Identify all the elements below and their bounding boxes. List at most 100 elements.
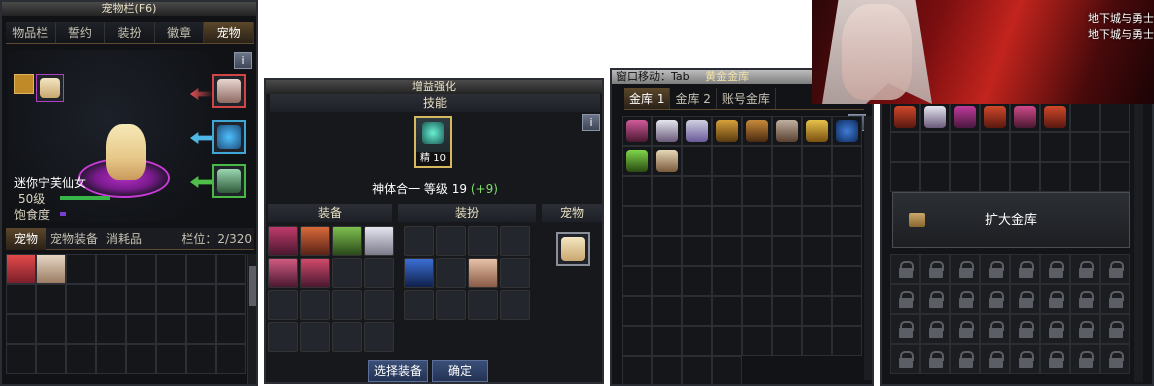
tab-pet[interactable]: 宠物 — [204, 22, 254, 43]
pet-slot[interactable] — [96, 344, 126, 374]
pet-slot[interactable] — [36, 254, 66, 284]
equip-slot[interactable] — [364, 290, 394, 320]
avatar-slot[interactable] — [404, 258, 434, 288]
equip-slot[interactable] — [300, 322, 330, 352]
storage-slot[interactable] — [950, 102, 980, 132]
tab-avatar[interactable]: 装扮 — [105, 22, 155, 43]
storage-slot[interactable] — [682, 146, 712, 176]
storage-slot[interactable] — [890, 102, 920, 132]
pet-slot[interactable] — [66, 314, 96, 344]
storage-slot[interactable] — [920, 132, 950, 162]
pet-slot[interactable] — [126, 344, 156, 374]
tab-oath[interactable]: 誓约 — [55, 22, 106, 43]
scrollbar[interactable] — [247, 254, 256, 384]
storage-slot[interactable] — [772, 326, 802, 356]
storage-slot[interactable] — [802, 206, 832, 236]
scroll-thumb[interactable] — [249, 266, 256, 306]
tab-emblem[interactable]: 徽章 — [154, 22, 205, 43]
confirm-button[interactable]: 确定 — [432, 360, 488, 382]
storage-slot[interactable] — [890, 132, 920, 162]
storage-slot[interactable] — [950, 132, 980, 162]
storage-slot[interactable] — [772, 206, 802, 236]
storage-slot[interactable] — [950, 162, 980, 192]
storage-slot[interactable] — [712, 146, 742, 176]
scrollbar[interactable] — [1134, 102, 1143, 382]
scrollbar[interactable] — [864, 116, 872, 380]
storage-slot[interactable] — [742, 206, 772, 236]
storage-slot[interactable] — [1040, 162, 1070, 192]
pet-slot[interactable] — [126, 254, 156, 284]
storage-slot[interactable] — [742, 326, 772, 356]
pet-slot[interactable] — [36, 314, 66, 344]
storage-slot[interactable] — [652, 206, 682, 236]
pet-equip-slot[interactable] — [556, 232, 590, 266]
storage-slot[interactable] — [622, 356, 652, 384]
storage-slot[interactable] — [742, 146, 772, 176]
pet-slot[interactable] — [96, 314, 126, 344]
storage-slot[interactable] — [802, 176, 832, 206]
pet-slot[interactable] — [156, 314, 186, 344]
storage-slot[interactable] — [980, 102, 1010, 132]
pet-slot[interactable] — [186, 284, 216, 314]
storage-slot[interactable] — [832, 146, 862, 176]
storage-slot[interactable] — [712, 326, 742, 356]
equip-slot[interactable] — [268, 322, 298, 352]
pet-slot[interactable] — [6, 254, 36, 284]
equip-slot[interactable] — [332, 258, 362, 288]
pet-slot[interactable] — [126, 314, 156, 344]
pet-slot[interactable] — [96, 284, 126, 314]
storage-slot[interactable] — [622, 296, 652, 326]
storage-slot[interactable] — [772, 176, 802, 206]
storage-slot[interactable] — [832, 236, 862, 266]
pet-equip-green-slot[interactable] — [212, 164, 246, 198]
pet-slot[interactable] — [6, 344, 36, 374]
storage-slot[interactable] — [742, 176, 772, 206]
storage-slot[interactable] — [682, 296, 712, 326]
avatar-slot[interactable] — [468, 290, 498, 320]
storage-slot[interactable] — [832, 266, 862, 296]
equip-slot[interactable] — [268, 290, 298, 320]
info-button[interactable]: i — [234, 52, 252, 69]
storage-slot[interactable] — [682, 206, 712, 236]
equip-slot[interactable] — [332, 226, 362, 256]
storage-slot[interactable] — [652, 236, 682, 266]
pet-slot[interactable] — [126, 284, 156, 314]
avatar-slot[interactable] — [468, 258, 498, 288]
select-equipment-button[interactable]: 选择装备 — [368, 360, 428, 382]
storage-slot[interactable] — [742, 116, 772, 146]
pet-slot[interactable] — [36, 284, 66, 314]
storage-slot[interactable] — [622, 116, 652, 146]
pet-slot[interactable] — [66, 344, 96, 374]
tab-pets[interactable]: 宠物 — [6, 227, 47, 250]
storage-slot[interactable] — [622, 176, 652, 206]
storage-slot[interactable] — [742, 266, 772, 296]
storage-slot[interactable] — [1100, 132, 1130, 162]
equip-slot[interactable] — [332, 290, 362, 320]
storage-slot[interactable] — [1040, 102, 1070, 132]
avatar-slot[interactable] — [500, 226, 530, 256]
avatar-slot[interactable] — [500, 258, 530, 288]
storage-slot[interactable] — [1040, 132, 1070, 162]
avatar-slot[interactable] — [404, 226, 434, 256]
storage-slot[interactable] — [980, 132, 1010, 162]
storage-slot[interactable] — [712, 236, 742, 266]
storage-slot[interactable] — [802, 116, 832, 146]
storage-slot[interactable] — [832, 206, 862, 236]
pet-egg-slot[interactable] — [36, 74, 64, 102]
storage-slot[interactable] — [832, 296, 862, 326]
equip-slot[interactable] — [300, 258, 330, 288]
pet-slot[interactable] — [216, 344, 246, 374]
storage-slot[interactable] — [622, 266, 652, 296]
pet-slot[interactable] — [186, 314, 216, 344]
storage-slot[interactable] — [682, 176, 712, 206]
storage-slot[interactable] — [832, 326, 862, 356]
avatar-slot[interactable] — [468, 226, 498, 256]
tab-account-storage[interactable]: 账号金库 — [717, 88, 776, 109]
pet-slot[interactable] — [216, 284, 246, 314]
storage-slot[interactable] — [1070, 132, 1100, 162]
storage-slot[interactable] — [652, 146, 682, 176]
storage-slot[interactable] — [652, 176, 682, 206]
storage-slot[interactable] — [802, 326, 832, 356]
avatar-slot[interactable] — [500, 290, 530, 320]
info-button[interactable]: i — [582, 114, 600, 131]
